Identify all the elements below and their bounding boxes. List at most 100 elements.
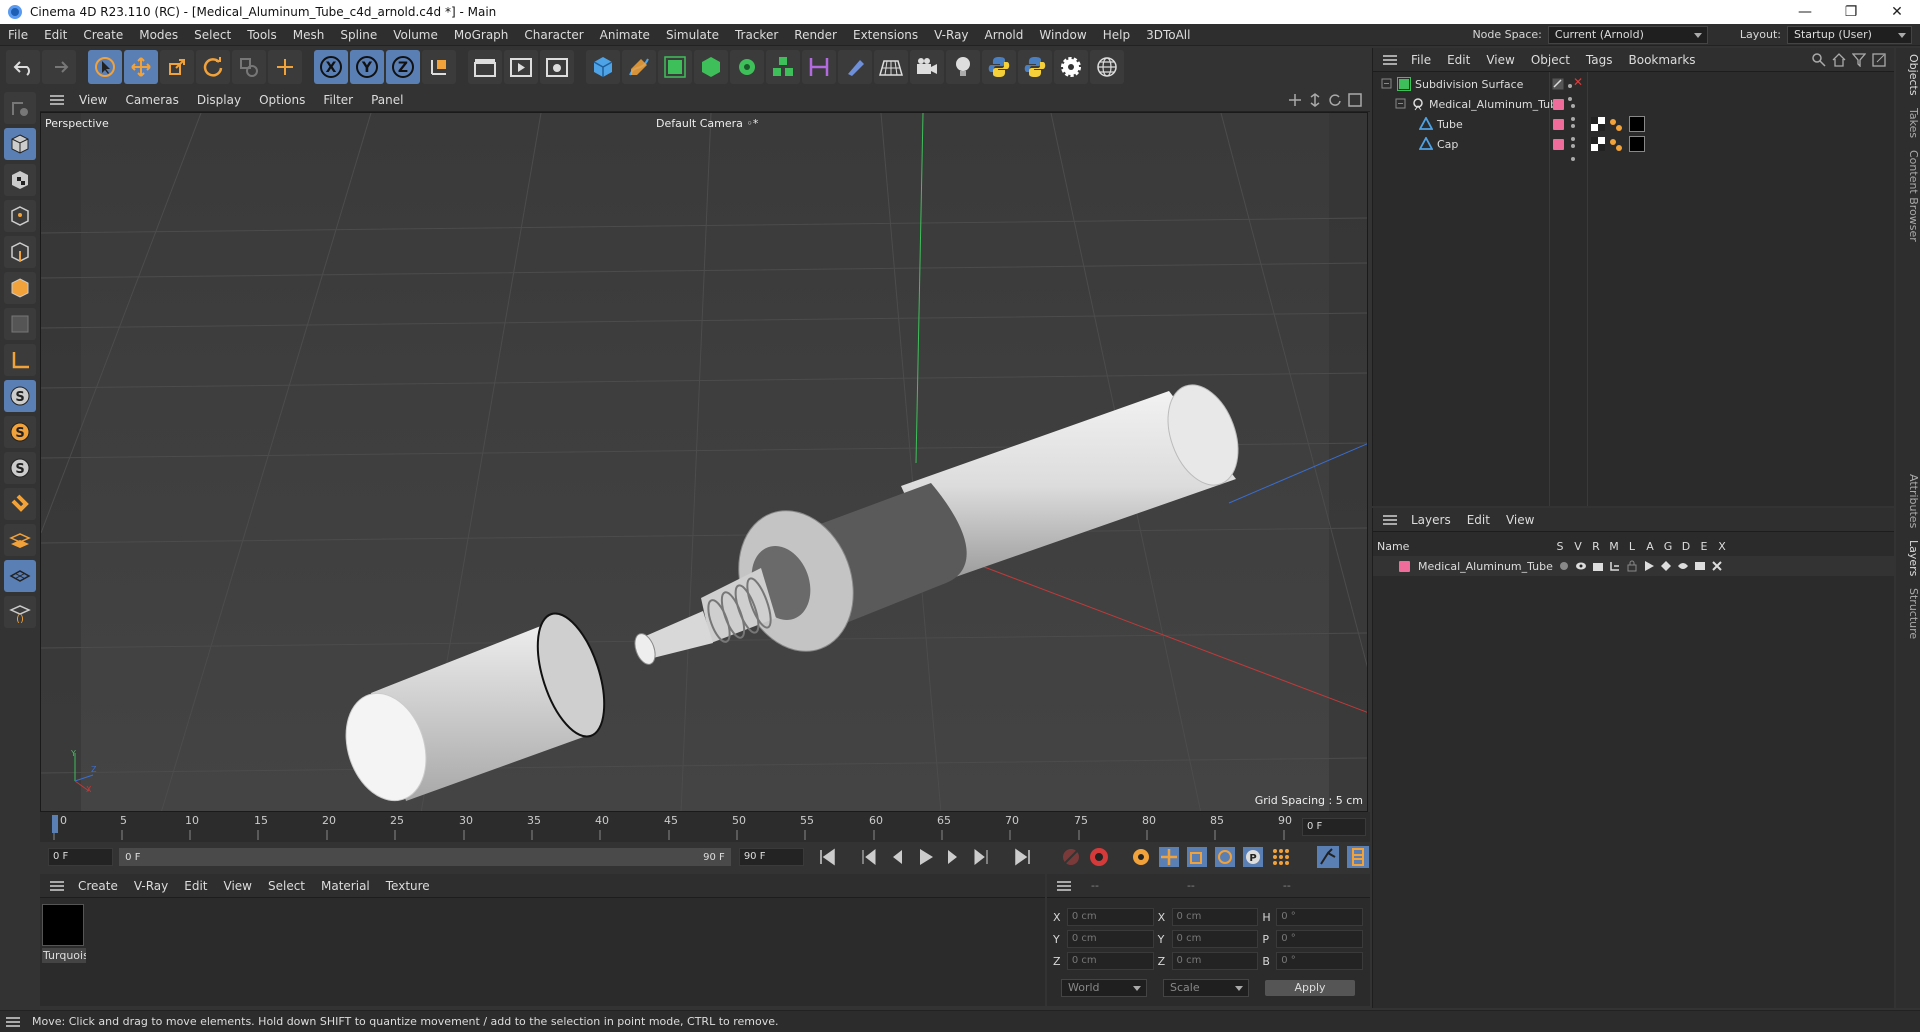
menu-arnold[interactable]: Arnold bbox=[977, 28, 1032, 42]
layers-menu-edit[interactable]: Edit bbox=[1459, 513, 1498, 527]
objects-menu-edit[interactable]: Edit bbox=[1439, 53, 1478, 67]
snap-quantize-button[interactable]: S bbox=[4, 452, 36, 484]
menu-tools[interactable]: Tools bbox=[239, 28, 285, 42]
keyframe-selection-icon[interactable] bbox=[1130, 846, 1152, 868]
cloner-button[interactable] bbox=[730, 50, 764, 84]
magnet-button[interactable] bbox=[4, 488, 36, 520]
rotation-h-field[interactable]: 0 ° bbox=[1276, 908, 1364, 926]
menu-mesh[interactable]: Mesh bbox=[285, 28, 333, 42]
close-button[interactable]: ✕ bbox=[1874, 4, 1920, 20]
end-frame-field[interactable]: 90 F bbox=[738, 848, 804, 866]
viewport-menu-view[interactable]: View bbox=[70, 93, 116, 107]
viewport-menu-display[interactable]: Display bbox=[188, 93, 250, 107]
light-button[interactable] bbox=[946, 50, 980, 84]
viewport-maximize-icon[interactable] bbox=[1348, 92, 1362, 107]
motion-system-icon[interactable] bbox=[1316, 845, 1340, 869]
camera-button[interactable] bbox=[910, 50, 944, 84]
grid-button[interactable] bbox=[4, 560, 36, 592]
filter-icon[interactable] bbox=[1852, 52, 1866, 67]
scale-z-field[interactable]: 0 cm bbox=[1171, 952, 1259, 970]
menu-help[interactable]: Help bbox=[1095, 28, 1138, 42]
subdivision-generator-button[interactable] bbox=[658, 50, 692, 84]
menu-3dtoall[interactable]: 3DToAll bbox=[1138, 28, 1198, 42]
tab-layers[interactable]: Layers bbox=[1896, 534, 1920, 582]
uvw-tag-icon[interactable] bbox=[1609, 138, 1623, 155]
material-tag-icon[interactable] bbox=[1629, 116, 1645, 132]
texture-mode-button[interactable] bbox=[4, 164, 36, 196]
material-tag-icon[interactable] bbox=[1629, 136, 1645, 152]
key-rotation-icon[interactable] bbox=[1214, 846, 1236, 868]
redo-button[interactable] bbox=[42, 50, 76, 84]
snap-settings-button[interactable]: S bbox=[4, 416, 36, 448]
key-scale-icon[interactable] bbox=[1186, 846, 1208, 868]
timeline-ruler[interactable]: 0 5 10 15 20 25 30 35 40 45 50 55 60 65 … bbox=[40, 812, 1370, 842]
menu-render[interactable]: Render bbox=[786, 28, 845, 42]
points-mode-button[interactable] bbox=[4, 200, 36, 232]
floor-button[interactable] bbox=[874, 50, 908, 84]
coord-mode-dropdown[interactable]: Scale bbox=[1163, 979, 1249, 997]
layers-menu-view[interactable]: View bbox=[1498, 513, 1542, 527]
layer-color-swatch[interactable] bbox=[1553, 119, 1564, 130]
objects-menu-bookmarks[interactable]: Bookmarks bbox=[1621, 53, 1704, 67]
objects-menu-view[interactable]: View bbox=[1478, 53, 1522, 67]
menu-edit[interactable]: Edit bbox=[36, 28, 75, 42]
key-position-icon[interactable] bbox=[1158, 846, 1180, 868]
material-menu-material[interactable]: Material bbox=[313, 879, 378, 893]
menu-spline[interactable]: Spline bbox=[332, 28, 385, 42]
new-window-icon[interactable] bbox=[1872, 52, 1886, 67]
floor-grid-button[interactable] bbox=[4, 524, 36, 556]
material-menu-create[interactable]: Create bbox=[70, 879, 126, 893]
layer-color-swatch[interactable] bbox=[1553, 139, 1564, 150]
tab-objects[interactable]: Objects bbox=[1896, 48, 1920, 102]
object-row-medical-aluminum-tube[interactable]: Medical_Aluminum_Tube bbox=[1373, 94, 1894, 121]
collapse-icon[interactable] bbox=[1381, 78, 1393, 90]
viewport-pan-icon[interactable] bbox=[1288, 93, 1302, 107]
layers-menu-layers[interactable]: Layers bbox=[1403, 513, 1459, 527]
cube-primitive-button[interactable] bbox=[586, 50, 620, 84]
menu-modes[interactable]: Modes bbox=[131, 28, 186, 42]
record-disabled-icon[interactable] bbox=[1060, 846, 1082, 868]
rotate-tool-button[interactable] bbox=[196, 50, 230, 84]
previous-key-icon[interactable] bbox=[858, 846, 880, 868]
workplane-button[interactable] bbox=[4, 344, 36, 376]
mograph-cubes-button[interactable] bbox=[766, 50, 800, 84]
object-row-subdivision-surface[interactable]: Subdivision Surface ✕ bbox=[1373, 74, 1894, 101]
current-frame-field[interactable]: 0 F bbox=[1302, 818, 1366, 836]
tab-content-browser[interactable]: Content Browser bbox=[1896, 144, 1920, 248]
frame-range-slider[interactable]: 0 F 90 F bbox=[119, 848, 731, 866]
go-to-end-icon[interactable] bbox=[1012, 846, 1034, 868]
objects-menu-tags[interactable]: Tags bbox=[1578, 53, 1621, 67]
snap-button[interactable]: S bbox=[4, 380, 36, 412]
objects-menu-object[interactable]: Object bbox=[1523, 53, 1578, 67]
position-x-field[interactable]: 0 cm bbox=[1066, 908, 1154, 926]
python-script-button[interactable] bbox=[982, 50, 1016, 84]
status-menu-icon[interactable] bbox=[6, 1016, 20, 1027]
viewport-zoom-icon[interactable] bbox=[1308, 92, 1322, 107]
phong-tag-icon[interactable] bbox=[1591, 137, 1605, 154]
play-icon[interactable] bbox=[914, 846, 936, 868]
web-globe-button[interactable] bbox=[1090, 50, 1124, 84]
material-swatch[interactable]: Turquois bbox=[42, 902, 86, 963]
x-axis-lock-button[interactable]: X bbox=[314, 50, 348, 84]
scale-x-field[interactable]: 0 cm bbox=[1171, 908, 1259, 926]
phong-tag-icon[interactable] bbox=[1591, 117, 1605, 134]
render-picture-viewer-button[interactable] bbox=[504, 50, 538, 84]
menu-select[interactable]: Select bbox=[186, 28, 239, 42]
apply-button[interactable]: Apply bbox=[1265, 980, 1355, 996]
search-icon[interactable] bbox=[1812, 52, 1826, 67]
pen-spline-button[interactable] bbox=[622, 50, 656, 84]
material-menu-icon[interactable] bbox=[50, 880, 64, 891]
position-y-field[interactable]: 0 cm bbox=[1066, 930, 1154, 948]
coord-system-dropdown[interactable]: World bbox=[1061, 979, 1147, 997]
next-frame-icon[interactable] bbox=[942, 846, 964, 868]
menu-character[interactable]: Character bbox=[516, 28, 591, 42]
start-frame-field[interactable]: 0 F bbox=[48, 848, 114, 866]
field-button[interactable] bbox=[838, 50, 872, 84]
material-menu-edit[interactable]: Edit bbox=[176, 879, 215, 893]
edit-check-icon[interactable] bbox=[1552, 78, 1564, 93]
viewport-menu-panel[interactable]: Panel bbox=[362, 93, 412, 107]
viewport-rotate-icon[interactable] bbox=[1328, 93, 1342, 107]
objects-menu-icon[interactable] bbox=[1383, 54, 1397, 65]
previous-frame-icon[interactable] bbox=[886, 846, 908, 868]
material-menu-select[interactable]: Select bbox=[260, 879, 313, 893]
